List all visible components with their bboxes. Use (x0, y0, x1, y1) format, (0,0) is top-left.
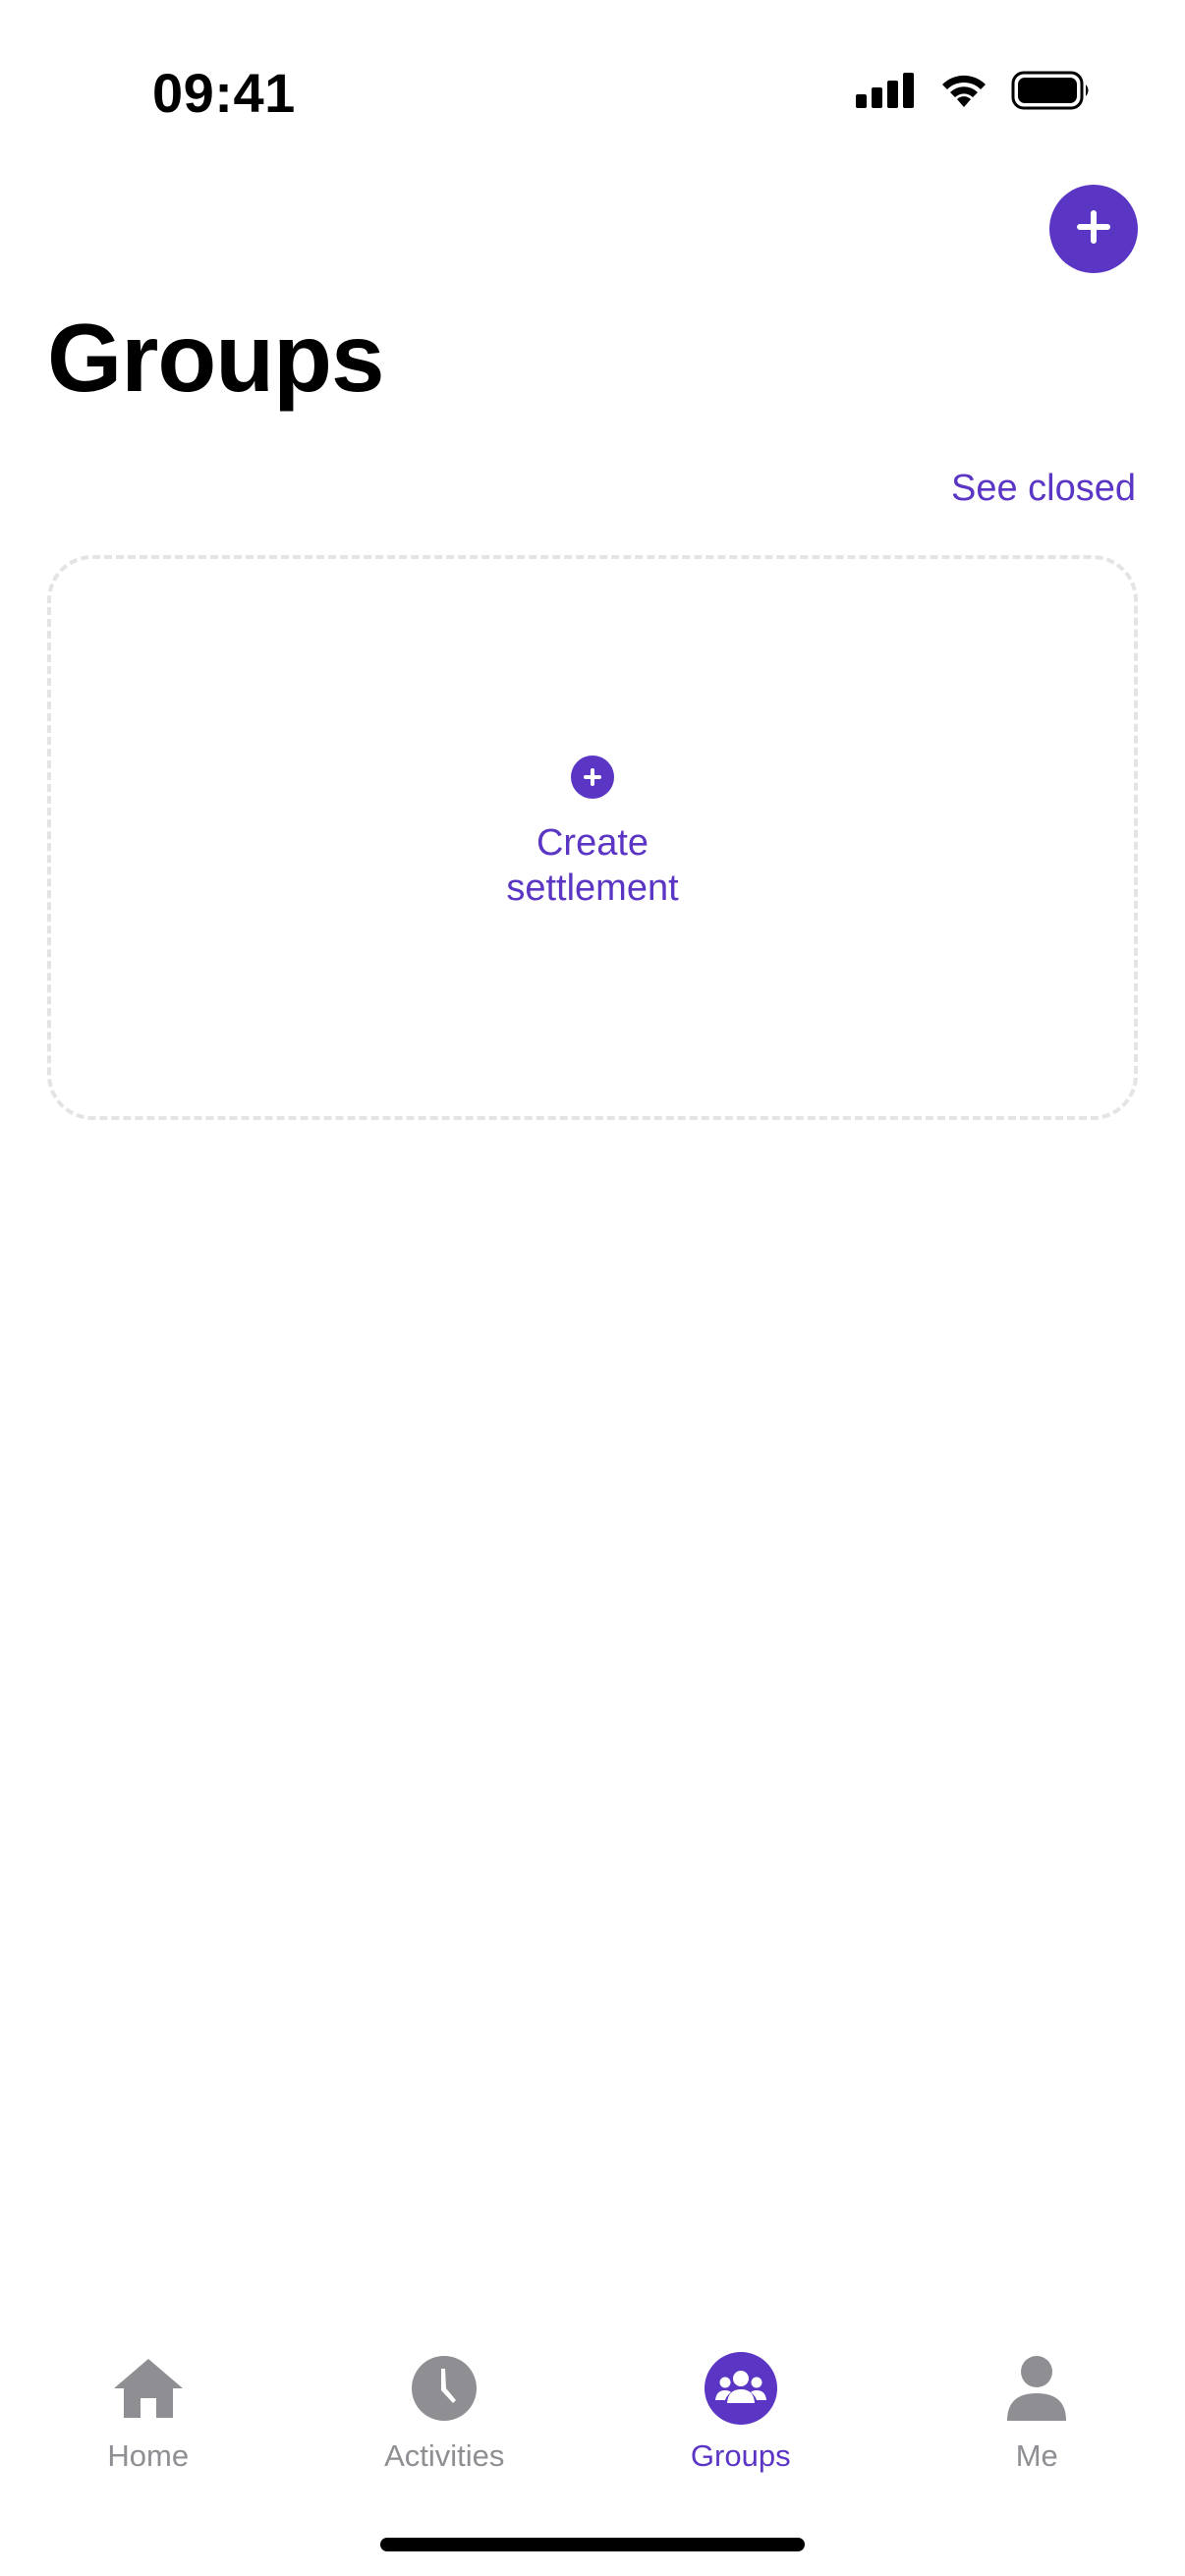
group-icon (704, 2352, 777, 2425)
tab-label: Home (107, 2438, 190, 2473)
clock-icon (408, 2352, 480, 2425)
cellular-signal-icon (856, 73, 917, 108)
home-icon (112, 2352, 185, 2425)
tab-groups[interactable]: Groups (592, 2338, 889, 2476)
status-icons (856, 71, 1092, 110)
tab-label: Activities (384, 2438, 505, 2473)
page-title: Groups (47, 304, 384, 412)
plus-icon (1074, 207, 1113, 252)
create-settlement-label: Create settlement (506, 821, 679, 909)
tab-home[interactable]: Home (0, 2338, 297, 2476)
tab-bar: Home Activities Groups Me (0, 2338, 1185, 2476)
person-icon (1000, 2352, 1073, 2425)
home-indicator (380, 2538, 805, 2551)
tab-label: Me (1015, 2438, 1058, 2473)
tab-me[interactable]: Me (889, 2338, 1185, 2476)
wifi-icon (938, 72, 989, 109)
status-time: 09:41 (152, 62, 296, 124)
add-group-button[interactable] (1049, 185, 1138, 273)
create-settlement-card[interactable]: Create settlement (47, 555, 1138, 1120)
battery-icon (1011, 71, 1092, 110)
plus-circle-icon (571, 755, 614, 799)
see-closed-link[interactable]: See closed (951, 468, 1136, 510)
tab-label: Groups (690, 2438, 791, 2473)
status-bar: 09:41 (0, 0, 1185, 187)
tab-activities[interactable]: Activities (297, 2338, 593, 2476)
